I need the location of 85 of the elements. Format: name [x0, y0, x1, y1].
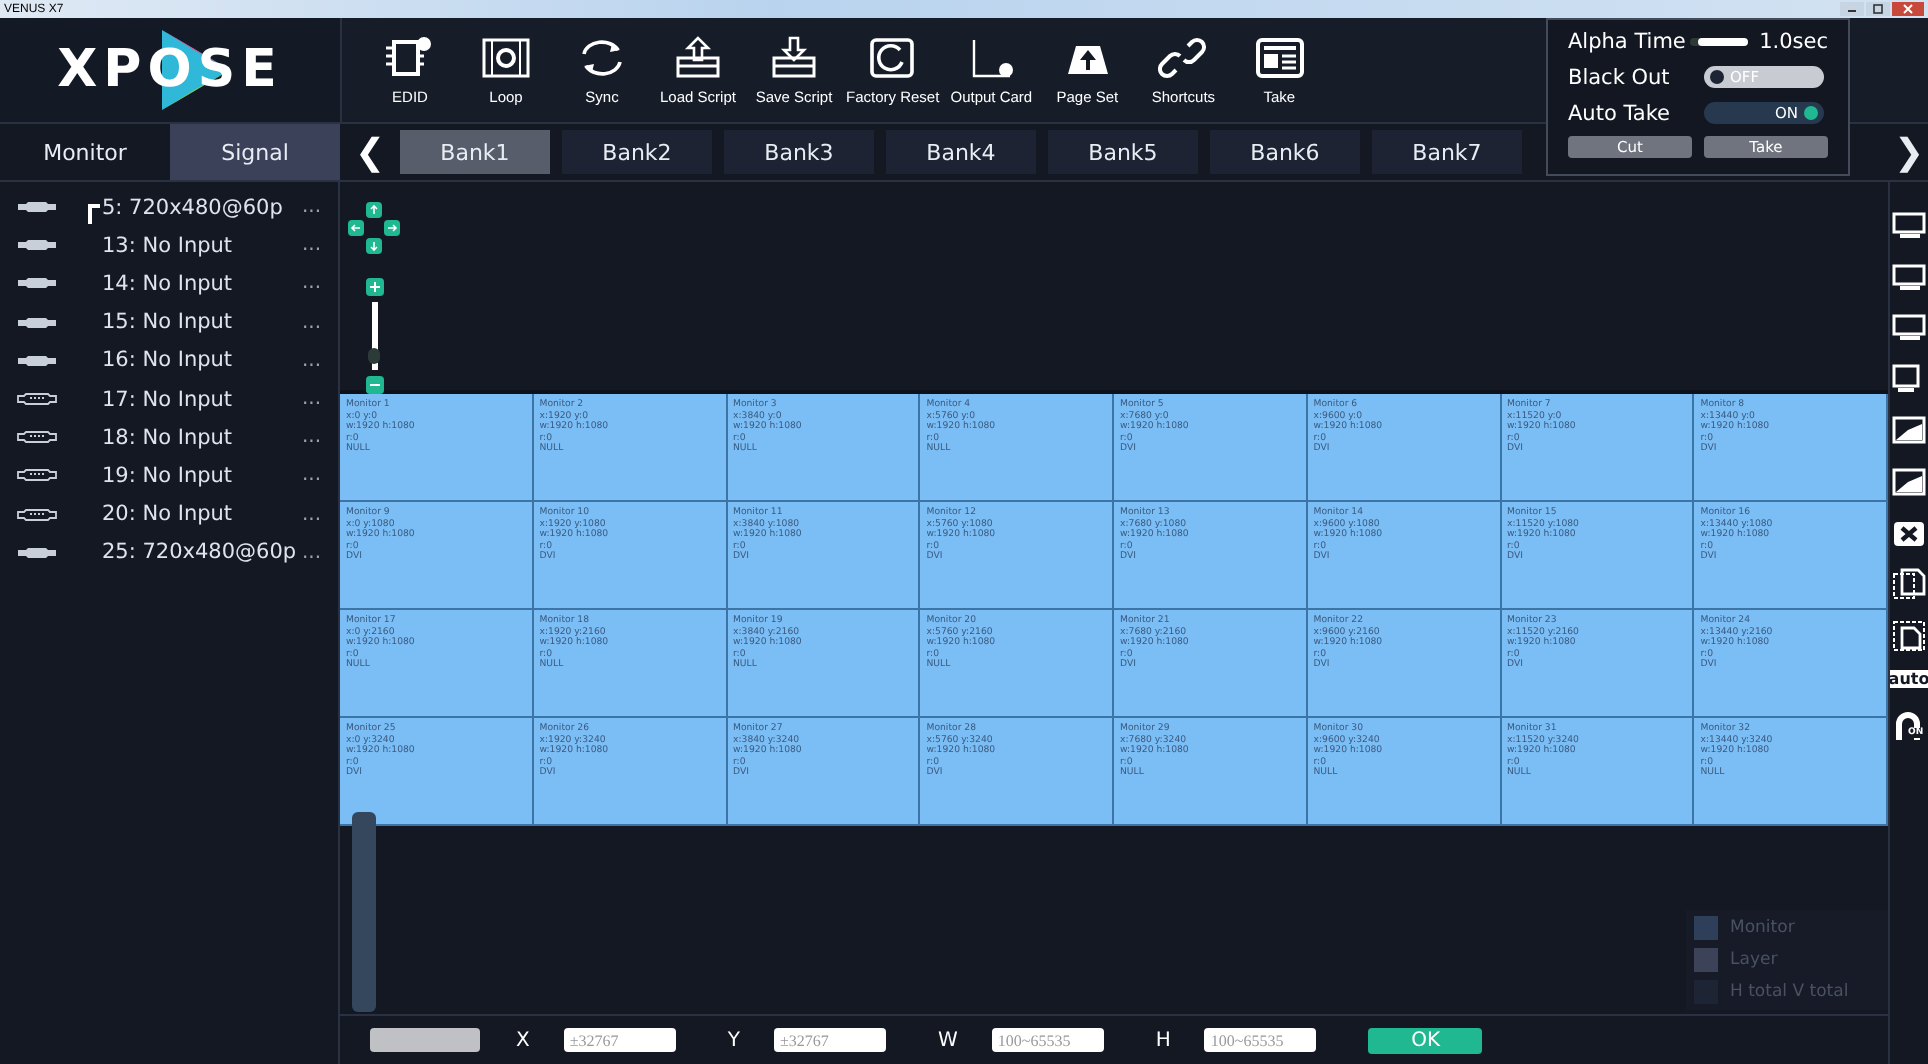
more-menu[interactable]: ... — [302, 503, 338, 526]
value-field[interactable]: 100~65535 — [1204, 1028, 1317, 1052]
scrollbar[interactable] — [352, 812, 376, 1012]
signal-item[interactable]: 25: 720x480@60p — [78, 540, 302, 565]
zoom-out-button[interactable] — [365, 376, 383, 394]
field-label: Y — [727, 1029, 740, 1051]
value-field[interactable]: 100~65535 — [991, 1028, 1104, 1052]
more-menu[interactable]: ... — [302, 272, 338, 295]
panel-tab[interactable]: Signal — [170, 124, 340, 180]
signal-item[interactable]: 19: No Input — [78, 463, 302, 488]
dvi-port-icon — [16, 430, 58, 445]
next-bank-button[interactable]: ❯ — [1890, 124, 1928, 180]
signal-item[interactable]: 15: No Input — [78, 310, 302, 335]
signal-item[interactable]: 5: 720x480@60p — [78, 195, 302, 220]
signal-item[interactable]: 14: No Input — [78, 271, 302, 296]
dvi-port-icon — [16, 468, 58, 483]
more-menu[interactable]: ... — [302, 426, 338, 449]
more-menu[interactable]: ... — [302, 388, 338, 411]
picture-icon[interactable] — [1892, 465, 1926, 498]
hdmi-port-icon — [16, 238, 58, 253]
signal-item[interactable]: 13: No Input — [78, 233, 302, 258]
document-icon[interactable] — [1892, 619, 1926, 652]
bank-tab[interactable]: Bank7 — [1372, 130, 1522, 174]
download-tray-icon — [768, 34, 820, 82]
hdmi-port-icon — [16, 353, 58, 368]
dvi-port-icon — [16, 507, 58, 522]
bank-tab[interactable]: Bank4 — [886, 130, 1036, 174]
panel-tab[interactable]: Monitor — [0, 124, 170, 180]
legend-label: Layer — [1730, 950, 1778, 970]
more-menu[interactable]: ... — [302, 349, 338, 372]
upload-tray-icon — [672, 34, 724, 82]
signal-item[interactable]: 17: No Input — [78, 387, 302, 412]
signal-item[interactable]: 18: No Input — [78, 425, 302, 450]
signal-item[interactable]: 20: No Input — [78, 502, 302, 527]
auto-button[interactable]: auto — [1890, 670, 1928, 689]
film-icon — [480, 34, 532, 82]
more-menu[interactable]: ... — [302, 464, 338, 487]
chip-gear-icon — [384, 34, 436, 82]
reset-icon — [866, 34, 919, 82]
copy-icon[interactable] — [1892, 568, 1926, 601]
zoom-in-button[interactable] — [365, 278, 383, 296]
plus-icon — [369, 282, 379, 292]
value-field[interactable]: ±32767 — [563, 1028, 676, 1052]
picture-icon[interactable] — [1892, 414, 1926, 447]
field-label: W — [937, 1029, 958, 1051]
window-icon — [1253, 34, 1306, 82]
more-menu[interactable]: ... — [302, 541, 338, 564]
maximize-icon[interactable] — [1866, 2, 1890, 16]
close-icon[interactable] — [1892, 517, 1926, 550]
hdmi-port-icon — [16, 276, 58, 291]
legend-label: Monitor — [1730, 918, 1795, 938]
direction-pad-icon[interactable] — [348, 202, 400, 254]
setting-label: Alpha Time — [1568, 29, 1686, 53]
dvi-port-icon — [16, 392, 58, 407]
bank-tab[interactable]: Bank2 — [562, 130, 712, 174]
monitor-icon[interactable] — [1892, 312, 1926, 345]
alpha-time-slider[interactable] — [1689, 37, 1748, 45]
monitor-icon[interactable] — [1892, 261, 1926, 294]
minus-icon — [369, 380, 379, 390]
signal-item[interactable]: 16: No Input — [78, 348, 302, 373]
bank-tab[interactable]: Bank5 — [1048, 130, 1198, 174]
hdmi-port-icon — [16, 545, 58, 560]
value-field[interactable]: ±32767 — [773, 1028, 886, 1052]
zoom-slider[interactable] — [371, 302, 377, 370]
more-menu[interactable]: ... — [302, 196, 338, 219]
minimize-icon[interactable] — [1840, 2, 1864, 16]
field-label: H — [1155, 1029, 1171, 1051]
setting-label: Auto Take — [1568, 101, 1672, 125]
legend-label: H total V total — [1730, 982, 1849, 1002]
bank-tab[interactable]: Bank1 — [400, 130, 550, 174]
hdmi-port-icon — [16, 315, 58, 330]
previous-bank-button[interactable]: ❮ — [340, 124, 400, 180]
more-menu[interactable]: ... — [302, 234, 338, 257]
monitor-icon[interactable] — [1892, 363, 1926, 396]
setting-label: Black Out — [1568, 65, 1672, 89]
link-icon — [1157, 34, 1210, 82]
alpha-time-reading: 1.0sec — [1759, 29, 1828, 53]
bank-tab[interactable]: Bank3 — [724, 130, 874, 174]
bank-tab[interactable]: Bank6 — [1210, 130, 1360, 174]
slider-thumb[interactable] — [368, 348, 380, 365]
hdmi-port-icon — [16, 200, 58, 215]
more-menu[interactable]: ... — [302, 311, 338, 334]
field-label: X — [516, 1029, 530, 1051]
sync-icon — [576, 34, 628, 82]
monitor-icon[interactable] — [1892, 210, 1926, 242]
